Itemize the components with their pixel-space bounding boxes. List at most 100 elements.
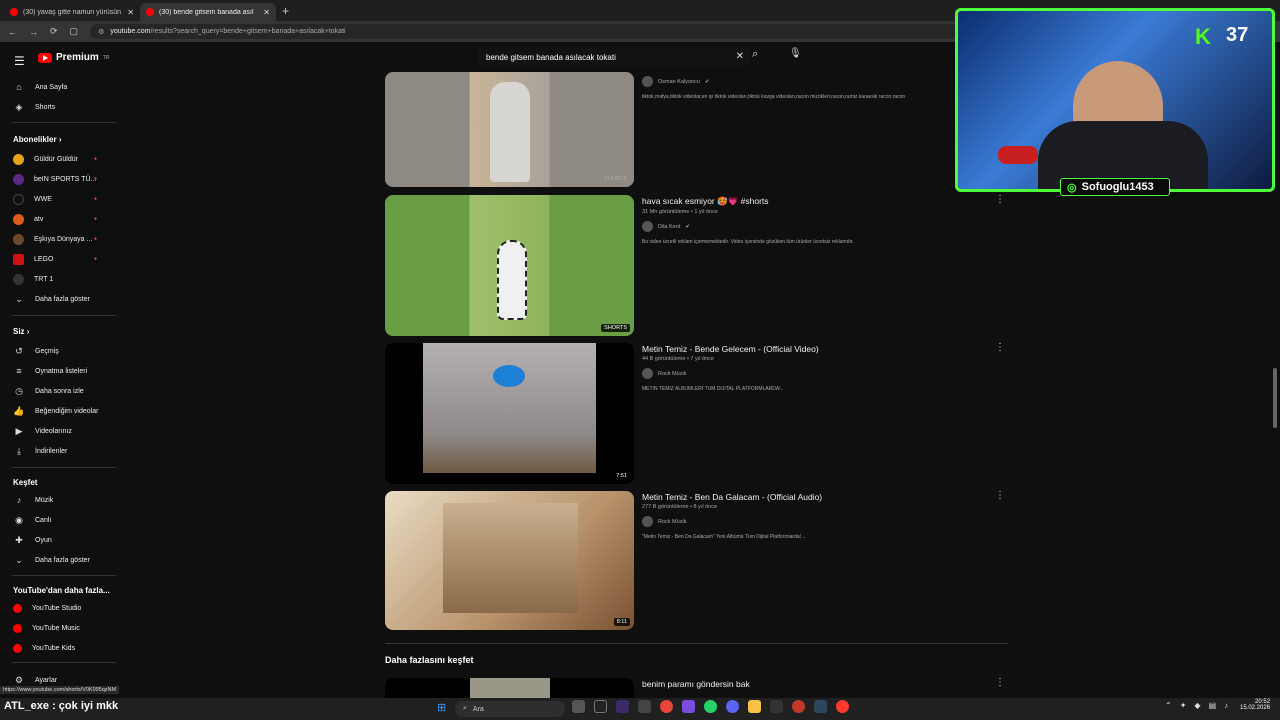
windows-start-icon[interactable]: ⊞ xyxy=(437,701,446,714)
app-tray-icon[interactable]: ◆ xyxy=(1194,701,1200,710)
xbox-icon[interactable] xyxy=(594,700,607,713)
sidebar-item-playlists[interactable]: ≡ Oynatma listeleri xyxy=(0,362,120,380)
chrome-icon[interactable] xyxy=(660,700,673,713)
like-icon: 👍 xyxy=(13,405,25,416)
channel-row[interactable]: Osman Kalyoncu ✔ xyxy=(642,76,972,87)
video-thumbnail[interactable] xyxy=(385,678,634,698)
video-title[interactable]: Metin Temiz - Ben Da Galacam - (Official… xyxy=(642,492,972,502)
app-tray-icon[interactable]: ✦ xyxy=(1180,701,1187,710)
sidebar-item-your-videos[interactable]: ▶ Videolarınız xyxy=(0,422,120,440)
video-title[interactable]: hava sıcak esmiyor 🥵💗 #shorts xyxy=(642,196,972,207)
taskbar-clock[interactable]: 20:52 15.02.2026 xyxy=(1240,699,1270,711)
close-tab-icon[interactable]: ✕ xyxy=(263,8,270,17)
sidebar-item-home[interactable]: ⌂ Ana Sayfa xyxy=(0,78,120,96)
channel-row[interactable]: Dila Kent ✔ xyxy=(642,221,972,232)
search-icon[interactable]: ⌕ xyxy=(752,48,758,61)
video-description: "Metin Temiz - Ben Da Galacam" Yeni Albü… xyxy=(642,534,806,540)
volume-icon[interactable]: ♪ xyxy=(1224,701,1228,710)
sidebar-item-liked[interactable]: 👍 Beğendiğim videolar xyxy=(0,402,120,420)
premiere-icon[interactable] xyxy=(616,700,629,713)
home-icon: ⌂ xyxy=(16,82,22,92)
show-more-button[interactable]: ⌄ Daha fazla göster xyxy=(0,290,120,308)
video-title[interactable]: benim paramı göndersin bak xyxy=(642,679,972,689)
more-options-icon[interactable]: ⋮ xyxy=(995,677,1005,688)
sidebar-item-live[interactable]: ◉ Canlı xyxy=(0,511,120,529)
channel-row[interactable]: Rock Müzik xyxy=(642,516,972,527)
search-input[interactable]: bende gitsem banada asılacak tokati ✕ xyxy=(478,48,750,66)
explore-more-heading: Daha fazlasını keşfet xyxy=(385,655,474,665)
instagram-handle: Sofuoglu1453 xyxy=(1081,181,1154,193)
section-divider xyxy=(385,643,1008,644)
video-thumbnail[interactable]: 8:11 xyxy=(385,491,634,630)
youtube-logo[interactable]: Premium TR xyxy=(38,52,109,63)
sidebar-item-gaming[interactable]: ✚ Oyun xyxy=(0,531,120,549)
reload-icon[interactable]: ⟳ xyxy=(50,26,58,37)
new-content-dot: ● xyxy=(94,216,98,222)
video-thumbnail[interactable]: 7:51 xyxy=(385,343,634,484)
video-info: Osman Kalyoncu ✔ tiktok,mafya,tiktok vide… xyxy=(642,76,972,100)
menu-icon[interactable]: ☰ xyxy=(14,54,25,68)
browser-tab-active[interactable]: (30) bende gitsem banada asıl ✕ xyxy=(140,3,276,21)
network-icon[interactable]: ▤ xyxy=(1209,701,1217,710)
video-thumbnail[interactable]: SHORTS xyxy=(385,195,634,336)
whatsapp-icon[interactable] xyxy=(704,700,717,713)
sidebar-item-subscription[interactable]: beIN SPORTS TÜ... ● xyxy=(0,170,120,188)
youtube-music-icon xyxy=(13,623,22,633)
app-icon[interactable] xyxy=(792,700,805,713)
forward-icon[interactable]: → xyxy=(29,27,38,37)
site-info-icon[interactable]: ⚙ xyxy=(98,28,104,36)
more-options-icon[interactable]: ⋮ xyxy=(995,490,1005,501)
channel-avatar xyxy=(13,213,24,225)
sidebar-item-subscription[interactable]: atv ● xyxy=(0,210,120,228)
sidebar-item-label: YouTube Music xyxy=(32,624,80,632)
channel-row[interactable]: Rock Müzik xyxy=(642,368,972,379)
sidebar-item-studio[interactable]: YouTube Studio xyxy=(0,599,120,617)
new-tab-icon[interactable]: + xyxy=(282,4,289,18)
channel-avatar xyxy=(642,368,653,379)
more-options-icon[interactable]: ⋮ xyxy=(995,194,1005,205)
more-options-icon[interactable]: ⋮ xyxy=(995,342,1005,353)
music-icon: ♪ xyxy=(16,495,22,505)
settings-icon[interactable] xyxy=(770,700,783,713)
sidebar-item-subscription[interactable]: Eşkıya Dünyaya ... ● xyxy=(0,230,120,248)
microphone-icon[interactable]: 🎙 xyxy=(789,48,802,59)
back-icon[interactable]: ← xyxy=(8,27,17,37)
channel-avatar xyxy=(642,76,653,87)
video-title[interactable]: Metin Temiz - Bende Gelecem - (Official … xyxy=(642,344,972,354)
thumbnail-scene xyxy=(470,678,550,698)
sidebar-item-shorts[interactable]: ◈ Shorts xyxy=(0,98,120,116)
discord-icon[interactable] xyxy=(726,700,739,713)
subscriptions-heading[interactable]: Abonelikler › xyxy=(13,135,61,144)
sidebar-item-kids[interactable]: YouTube Kids xyxy=(0,639,120,657)
video-thumbnail[interactable]: SHORTS xyxy=(385,72,634,187)
clear-search-icon[interactable]: ✕ xyxy=(736,51,744,62)
sidebar-item-subscription[interactable]: Güldür Güldür ● xyxy=(0,150,120,168)
page-scrollbar[interactable] xyxy=(1273,368,1277,428)
chat-message: ATL_exe : çok iyi mkk xyxy=(4,700,119,712)
you-heading[interactable]: Siz › xyxy=(13,327,29,336)
chevron-up-icon[interactable]: ⌃ xyxy=(1165,701,1172,710)
show-more-button[interactable]: ⌄ Daha fazla göster xyxy=(0,551,120,569)
task-view-icon[interactable] xyxy=(572,700,585,713)
sidebar-item-label: Videolarınız xyxy=(35,427,72,435)
sidebar-item-history[interactable]: ↺ Geçmiş xyxy=(0,342,120,360)
steam-icon[interactable] xyxy=(814,700,827,713)
app-icon[interactable] xyxy=(682,700,695,713)
url-host: youtube.com xyxy=(110,28,151,35)
sidebar-item-subscription[interactable]: LEGO ● xyxy=(0,250,120,268)
sidebar-item-music[interactable]: ♪ Müzik xyxy=(0,491,120,509)
sidebar-item-subscription[interactable]: TRT 1 xyxy=(0,270,120,288)
file-explorer-icon[interactable] xyxy=(748,700,761,713)
sidebar-item-music-app[interactable]: YouTube Music xyxy=(0,619,120,637)
sidebar-item-watch-later[interactable]: ◷ Daha sonra izle xyxy=(0,382,120,400)
app-icon[interactable] xyxy=(638,700,651,713)
sidebar-item-subscription[interactable]: WWE ● xyxy=(0,190,120,208)
close-tab-icon[interactable]: ✕ xyxy=(127,8,134,17)
browser-tab[interactable]: (30) yavaş gitte namun yürüsün ✕ xyxy=(4,3,140,21)
taskbar-search[interactable]: ⌕ Ara xyxy=(455,701,565,717)
extensions-icon[interactable]: ▢ xyxy=(70,26,79,37)
sidebar-item-downloads[interactable]: ⤓ İndirilenler xyxy=(0,442,120,460)
app-icon[interactable] xyxy=(836,700,849,713)
video-description: tiktok,mafya,tiktok videolar,en iyi tikt… xyxy=(642,94,906,100)
sidebar-item-label: Canlı xyxy=(35,516,52,524)
